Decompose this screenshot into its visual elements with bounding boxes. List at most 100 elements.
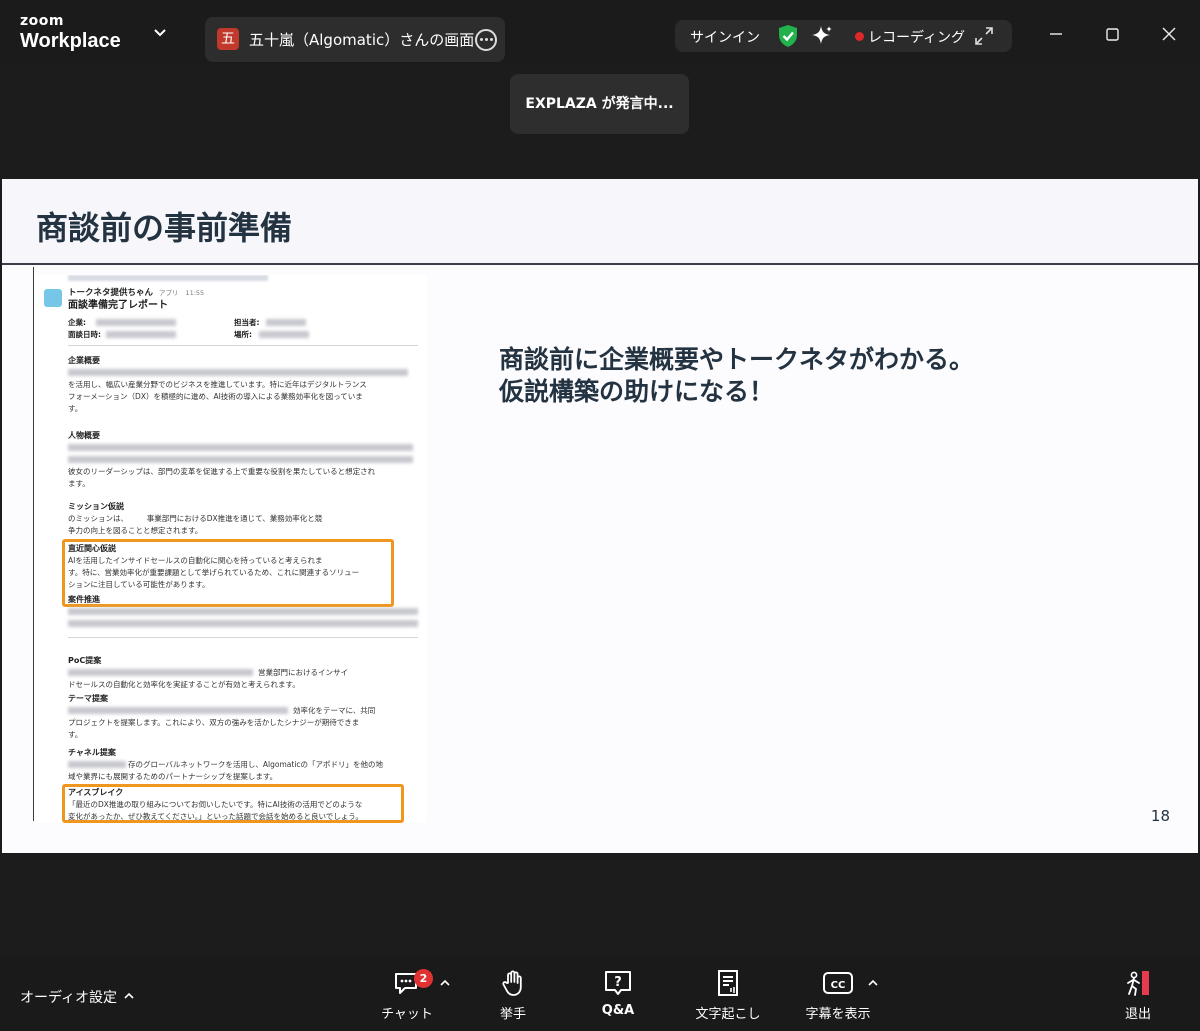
zoom-window: zoom Workplace 五 五十嵐（Algomatic）さんの画面 サイン… bbox=[0, 0, 1200, 1031]
shared-screen-title: 五十嵐（Algomatic）さんの画面 bbox=[249, 31, 475, 49]
section-line: フォーメーション（DX）を積極的に進め、AI技術の導入による業務効率化を図ってい… bbox=[68, 392, 363, 401]
ai-companion-sparkle-icon[interactable] bbox=[811, 25, 833, 47]
chat-button[interactable]: 2 チャット bbox=[362, 969, 452, 1022]
transcript-label: 文字起こし bbox=[695, 1007, 761, 1022]
meeting-status-pill: サインイン レコーディング bbox=[675, 20, 1012, 52]
title-bar: zoom Workplace 五 五十嵐（Algomatic）さんの画面 サイン… bbox=[0, 0, 1200, 66]
logo-workplace-text: Workplace bbox=[20, 30, 121, 52]
blurred-date bbox=[106, 331, 176, 338]
close-icon[interactable] bbox=[1157, 22, 1181, 46]
transcript-button[interactable]: 文字起こし bbox=[683, 969, 773, 1022]
blurred-text bbox=[68, 444, 413, 451]
svg-text:CC: CC bbox=[831, 980, 846, 991]
signin-button[interactable]: サインイン bbox=[690, 27, 760, 47]
chevron-up-icon[interactable] bbox=[868, 979, 878, 986]
owner-field: 担当者: bbox=[234, 317, 260, 329]
shared-screen: 商談前の事前準備 トークネタ提供ちゃん アプリ 11:55 面談準備完了レポート… bbox=[2, 179, 1198, 853]
blurred-text bbox=[68, 669, 253, 676]
svg-text:?: ? bbox=[614, 975, 622, 990]
section-line: を活用し、幅広い産業分野でのビジネスを推進しています。特に近年はデジタルトランス bbox=[68, 380, 367, 389]
report-divider bbox=[68, 345, 418, 346]
section-company-overview: 企業概要 を活用し、幅広い産業分野でのビジネスを推進しています。特に近年はデジタ… bbox=[68, 355, 418, 415]
more-options-icon[interactable] bbox=[475, 29, 497, 51]
section-heading: テーマ提案 bbox=[68, 694, 108, 703]
shared-screen-tab[interactable]: 五 五十嵐（Algomatic）さんの画面 bbox=[205, 17, 505, 62]
qa-icon: ? bbox=[605, 971, 631, 995]
bot-avatar bbox=[44, 289, 62, 307]
blurred-header bbox=[68, 275, 268, 281]
presenter-avatar: 五 bbox=[217, 28, 239, 50]
meeting-toolbar: オーディオ設定 2 チャット 挙手 ? Q&A 文字起こし CC 字幕を表示 退… bbox=[0, 957, 1200, 1031]
qa-label: Q&A bbox=[601, 1003, 635, 1018]
section-heading: 案件推進 bbox=[68, 595, 100, 604]
blurred-text bbox=[68, 456, 413, 463]
chat-unread-badge: 2 bbox=[414, 969, 433, 988]
section-deal-promotion: 案件推進 bbox=[68, 594, 418, 606]
bot-name-text: トークネタ提供ちゃん bbox=[68, 288, 154, 298]
section-line: ます。 bbox=[68, 479, 90, 488]
section-heading: ミッション仮説 bbox=[68, 502, 124, 511]
section-line: プロジェクトを提案します。これにより、双方の強みを活かしたシナジーが期待できま bbox=[68, 718, 360, 727]
section-heading: 人物概要 bbox=[68, 431, 100, 440]
chevron-up-icon[interactable] bbox=[124, 992, 134, 999]
bot-tag: アプリ bbox=[158, 289, 179, 297]
slide-header: 商談前の事前準備 bbox=[2, 179, 1198, 265]
section-line: 域や業界にも展開するためのパートナーシップを提案します。 bbox=[68, 772, 278, 781]
blurred-owner bbox=[266, 319, 306, 326]
audio-settings-button[interactable]: オーディオ設定 bbox=[20, 987, 117, 1007]
section-heading: PoC提案 bbox=[68, 656, 102, 665]
expand-icon[interactable] bbox=[974, 26, 994, 46]
slide-body: トークネタ提供ちゃん アプリ 11:55 面談準備完了レポート 企業: 面談日時… bbox=[2, 267, 1198, 853]
leave-button[interactable]: 退出 bbox=[1093, 969, 1183, 1022]
qa-button[interactable]: ? Q&A bbox=[573, 969, 663, 1018]
captions-label: 字幕を表示 bbox=[805, 1007, 871, 1022]
security-shield-icon[interactable] bbox=[777, 24, 799, 48]
section-line: 争力の向上を図ることと想定されます。 bbox=[68, 526, 203, 535]
place-field: 場所: bbox=[234, 329, 252, 341]
slide-message: 商談前に企業概要やトークネタがわかる。 仮説構築の助けになる！ bbox=[499, 344, 974, 408]
blurred-place bbox=[259, 331, 309, 338]
raise-hand-icon bbox=[502, 970, 522, 996]
raise-hand-label: 挙手 bbox=[499, 1007, 526, 1022]
chevron-up-icon[interactable] bbox=[440, 979, 450, 986]
zoom-workplace-logo[interactable]: zoom Workplace bbox=[20, 14, 121, 53]
bot-name: トークネタ提供ちゃん アプリ 11:55 bbox=[68, 287, 204, 299]
blurred-text bbox=[68, 761, 126, 768]
chat-label: チャット bbox=[381, 1007, 433, 1022]
closed-captions-icon: CC bbox=[823, 972, 853, 994]
embedded-report-screenshot: トークネタ提供ちゃん アプリ 11:55 面談準備完了レポート 企業: 面談日時… bbox=[34, 275, 427, 823]
section-line: す。 bbox=[68, 404, 83, 413]
company-label: 企業: bbox=[68, 318, 86, 327]
transcript-icon bbox=[718, 970, 738, 996]
captions-button[interactable]: CC 字幕を表示 bbox=[793, 969, 883, 1022]
slide-page-number: 18 bbox=[1150, 807, 1170, 825]
section-mission-hypothesis: ミッション仮説 のミッションは、 事業部門におけるDX推進を通じて、業務効率化と… bbox=[68, 501, 418, 537]
date-label: 面談日時: bbox=[68, 330, 101, 339]
slide-message-line: 商談前に企業概要やトークネタがわかる。 bbox=[499, 345, 975, 374]
report-title: 面談準備完了レポート bbox=[68, 300, 168, 311]
recording-label[interactable]: レコーディング bbox=[868, 27, 965, 47]
leave-label: 退出 bbox=[1124, 1007, 1151, 1022]
active-speaker-toast: EXPLAZA が発言中... bbox=[510, 74, 689, 134]
blurred-text bbox=[68, 707, 288, 714]
recording-dot-icon bbox=[855, 32, 864, 41]
chevron-down-icon[interactable] bbox=[153, 28, 167, 38]
section-line: のミッションは、 事業部門におけるDX推進を通じて、業務効率化と競 bbox=[68, 514, 323, 523]
blurred-text bbox=[68, 620, 418, 627]
report-divider bbox=[68, 637, 418, 638]
slide-message-line: 仮説構築の助けになる！ bbox=[499, 377, 775, 406]
maximize-icon[interactable] bbox=[1100, 22, 1124, 46]
blurred-text bbox=[68, 369, 408, 376]
owner-label: 担当者: bbox=[234, 318, 260, 327]
highlight-box-icebreak bbox=[62, 784, 404, 823]
minimize-icon[interactable] bbox=[1044, 22, 1068, 46]
section-line: ドセールスの自動化と効率化を実証することが有効と考えられます。 bbox=[68, 680, 300, 689]
section-heading: チャネル提案 bbox=[68, 748, 116, 757]
section-theme-proposal: テーマ提案 効率化をテーマに、共同 プロジェクトを提案します。これにより、双方の… bbox=[68, 693, 418, 741]
section-line: す。 bbox=[68, 730, 83, 739]
raise-hand-button[interactable]: 挙手 bbox=[468, 969, 558, 1022]
logo-zoom-text: zoom bbox=[20, 13, 64, 29]
blurred-company bbox=[96, 319, 176, 326]
date-field: 面談日時: bbox=[68, 329, 101, 341]
blurred-text bbox=[68, 608, 418, 615]
